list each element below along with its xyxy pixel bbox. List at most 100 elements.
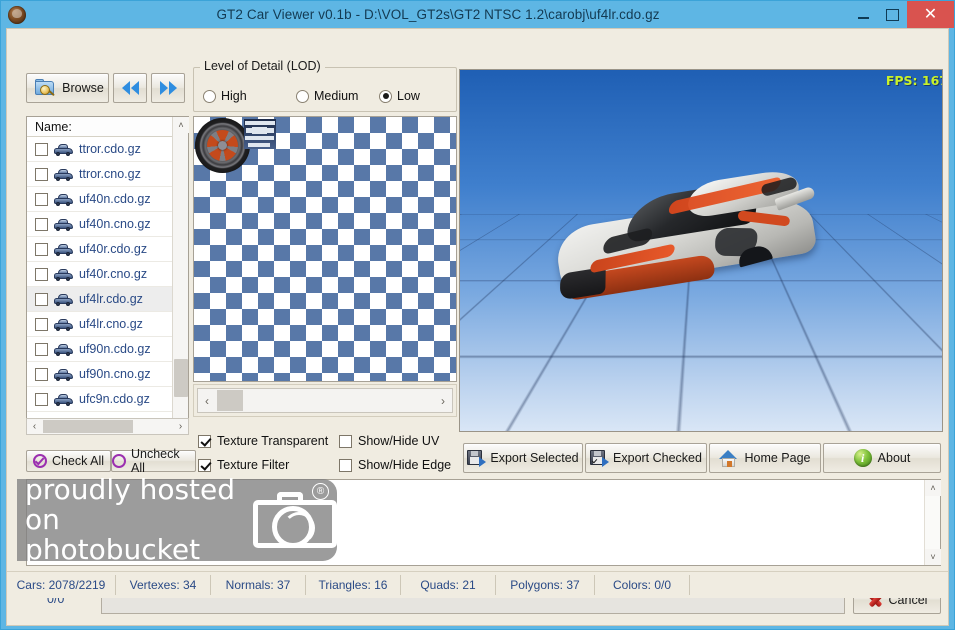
about-button[interactable]: i About — [823, 443, 941, 473]
application-window: GT2 Car Viewer v0.1b - D:\VOL_GT2s\GT2 N… — [0, 0, 955, 630]
file-checkbox[interactable] — [35, 292, 48, 306]
file-checkbox[interactable] — [35, 267, 48, 281]
maximize-button[interactable] — [878, 1, 907, 28]
scroll-up-icon[interactable]: ˄ — [925, 480, 941, 496]
file-checkbox[interactable] — [35, 167, 48, 181]
decal-sheet-texture — [244, 119, 276, 149]
car-icon — [54, 268, 73, 281]
file-checkbox[interactable] — [35, 192, 48, 206]
file-list-header: Name: — [27, 117, 188, 137]
scrollbar-thumb[interactable] — [43, 420, 133, 433]
double-arrow-left-icon — [121, 81, 139, 95]
texture-filter-checkbox[interactable]: Texture Filter — [198, 458, 289, 472]
car-icon — [54, 168, 73, 181]
export-checked-label: Export Checked — [613, 451, 702, 465]
lod-radio-high[interactable]: High — [203, 89, 296, 103]
home-page-label: Home Page — [744, 451, 811, 465]
scroll-left-icon[interactable]: ‹ — [198, 394, 216, 408]
status-normals: Normals: 37 — [211, 575, 306, 595]
car-icon — [54, 318, 73, 331]
list-item[interactable]: ttror.cno.gz — [27, 162, 188, 187]
list-item[interactable]: uf90n.cdo.gz — [27, 337, 188, 362]
show-hide-uv-checkbox[interactable]: Show/Hide UV — [339, 434, 439, 448]
car-app-icon — [8, 6, 26, 24]
file-checkbox[interactable] — [35, 367, 48, 381]
show-hide-edge-checkbox[interactable]: Show/Hide Edge — [339, 458, 451, 472]
file-name: uf40n.cdo.gz — [79, 192, 151, 206]
file-list[interactable]: Name: ttror.cdo.gz ttror.cno.gz uf40n.cd… — [26, 116, 189, 435]
status-triangles: Triangles: 16 — [306, 575, 401, 595]
list-item[interactable]: ttror.cdo.gz — [27, 137, 188, 162]
floppy-disk-icon — [467, 450, 487, 467]
scroll-down-icon[interactable]: ˅ — [925, 549, 941, 565]
uncheck-all-label: Uncheck All — [131, 447, 180, 475]
show-hide-edge-label: Show/Hide Edge — [358, 458, 452, 472]
file-checkbox[interactable] — [35, 217, 48, 231]
house-icon — [719, 449, 738, 467]
lod-radio-row: High Medium Low — [203, 89, 453, 103]
file-checkbox[interactable] — [35, 317, 48, 331]
check-all-button[interactable]: Check All — [26, 450, 111, 472]
file-checkbox[interactable] — [35, 342, 48, 356]
file-name: ttror.cdo.gz — [79, 142, 141, 156]
watermark-line-1: proudly hosted on — [25, 473, 236, 536]
file-checkbox[interactable] — [35, 242, 48, 256]
3d-viewport[interactable]: FPS: 167 — [459, 69, 943, 432]
scroll-left-icon[interactable]: ‹ — [27, 421, 42, 432]
lod-radio-medium[interactable]: Medium — [296, 89, 379, 103]
radio-dot-icon — [296, 89, 309, 103]
file-list-horizontal-scrollbar[interactable]: ‹ › — [26, 418, 189, 435]
list-item-selected[interactable]: uf4lr.cdo.gz — [27, 287, 188, 312]
file-name: uf90n.cdo.gz — [79, 342, 151, 356]
status-bar: Cars: 2078/2219 Vertexes: 34 Normals: 37… — [7, 571, 948, 598]
file-name: ufc9n.cdo.gz — [79, 392, 150, 406]
radio-dot-icon — [379, 89, 392, 103]
car-icon — [54, 343, 73, 356]
status-polygons: Polygons: 37 — [496, 575, 595, 595]
car-icon — [54, 368, 73, 381]
browse-button[interactable]: Browse — [26, 73, 109, 103]
car-icon — [54, 393, 73, 406]
texture-horizontal-scrollbar[interactable]: ‹ › — [197, 388, 453, 413]
texture-preview-panel[interactable] — [193, 116, 457, 382]
file-name: uf40n.cno.gz — [79, 217, 151, 231]
close-button[interactable]: ✕ — [907, 1, 954, 28]
export-selected-button[interactable]: Export Selected — [463, 443, 583, 473]
list-item[interactable]: uf40n.cno.gz — [27, 212, 188, 237]
scrollbar-thumb[interactable] — [174, 359, 188, 397]
status-vertexes: Vertexes: 34 — [116, 575, 211, 595]
lod-radio-low[interactable]: Low — [379, 89, 420, 103]
log-vertical-scrollbar[interactable]: ˄ ˅ — [924, 480, 941, 565]
home-page-button[interactable]: Home Page — [709, 443, 821, 473]
list-item[interactable]: uf4lr.cno.gz — [27, 312, 188, 337]
export-checked-button[interactable]: Export Checked — [585, 443, 707, 473]
info-orb-icon: i — [853, 449, 872, 467]
client-area: Browse Level of Detail (LOD) High Medium… — [6, 28, 949, 626]
photobucket-watermark: proudly hosted on photobucket ® — [17, 475, 337, 565]
file-checkbox[interactable] — [35, 142, 48, 156]
fps-counter: FPS: 167 — [885, 73, 943, 88]
watermark-line-2: photobucket — [25, 533, 201, 566]
radio-dot-icon — [203, 89, 216, 103]
list-item[interactable]: uf90n.cno.gz — [27, 362, 188, 387]
texture-transparent-checkbox[interactable]: Texture Transparent — [198, 434, 328, 448]
next-car-button[interactable] — [151, 73, 185, 103]
checkbox-icon — [198, 458, 211, 472]
file-checkbox[interactable] — [35, 392, 48, 406]
list-item[interactable]: uf40r.cno.gz — [27, 262, 188, 287]
file-list-vertical-scrollbar[interactable]: ˄ ˅ — [172, 117, 189, 434]
texture-filter-label: Texture Filter — [217, 458, 290, 472]
scroll-right-icon[interactable]: › — [434, 394, 452, 408]
list-item[interactable]: ufc9n.cdo.gz — [27, 387, 188, 412]
scrollbar-thumb[interactable] — [217, 390, 243, 411]
scroll-right-icon[interactable]: › — [173, 421, 188, 432]
minimize-button[interactable] — [849, 1, 878, 28]
list-item[interactable]: uf40r.cdo.gz — [27, 237, 188, 262]
lod-group: Level of Detail (LOD) High Medium Low — [193, 59, 457, 112]
previous-car-button[interactable] — [113, 73, 147, 103]
lod-label-low: Low — [397, 89, 420, 103]
texture-scroll-area: ‹ › — [193, 384, 457, 417]
uncheck-all-button[interactable]: Uncheck All — [111, 447, 196, 475]
scroll-up-icon[interactable]: ˄ — [173, 117, 189, 133]
list-item[interactable]: uf40n.cdo.gz — [27, 187, 188, 212]
